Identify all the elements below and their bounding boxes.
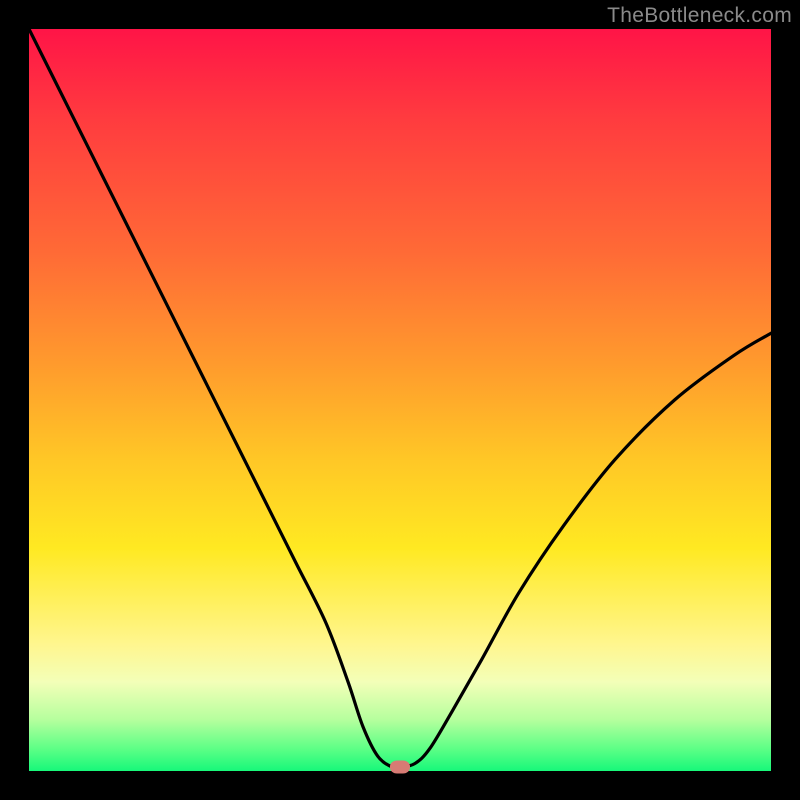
chart-frame: TheBottleneck.com xyxy=(0,0,800,800)
plot-area xyxy=(29,29,771,771)
minimum-marker xyxy=(390,761,410,774)
curve-svg xyxy=(29,29,771,771)
bottleneck-curve xyxy=(29,29,771,768)
watermark-text: TheBottleneck.com xyxy=(607,4,792,28)
